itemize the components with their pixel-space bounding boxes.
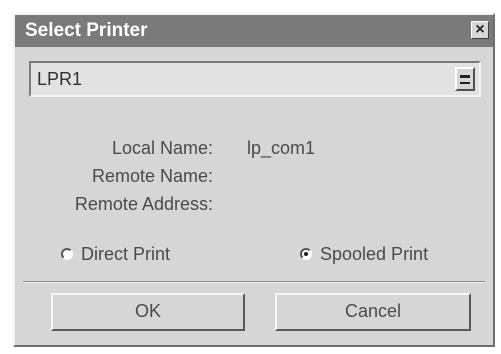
direct-print-label: Direct Print — [81, 244, 171, 264]
printer-select-value: LPR1 — [37, 69, 83, 89]
cancel-button[interactable]: Cancel — [275, 293, 471, 331]
ok-button[interactable]: OK — [51, 293, 245, 331]
local-name-value: lp_com1 — [247, 138, 316, 158]
spooled-print-label: Spooled Print — [320, 244, 429, 264]
printer-select[interactable]: LPR1 — [29, 61, 481, 97]
dropdown-arrow-button[interactable] — [455, 67, 475, 91]
dropdown-arrow-icon — [460, 75, 470, 78]
direct-print-radio[interactable]: Direct Print — [61, 243, 170, 265]
select-printer-dialog: Select Printer × LPR1 Local Name: lp_com… — [13, 13, 495, 347]
radio-unchecked-icon — [61, 248, 73, 260]
remote-address-label: Remote Address: — [74, 194, 213, 214]
window-title: Select Printer — [25, 20, 148, 41]
title-bar[interactable]: Select Printer × — [15, 15, 493, 47]
close-button[interactable]: × — [471, 21, 489, 39]
radio-checked-icon — [300, 248, 312, 260]
dropdown-arrow-icon-underline — [460, 82, 470, 84]
button-separator — [23, 281, 485, 283]
local-name-label: Local Name: — [111, 138, 213, 158]
spooled-print-radio[interactable]: Spooled Print — [300, 243, 428, 265]
remote-name-label: Remote Name: — [91, 166, 213, 186]
close-icon: × — [475, 21, 485, 38]
